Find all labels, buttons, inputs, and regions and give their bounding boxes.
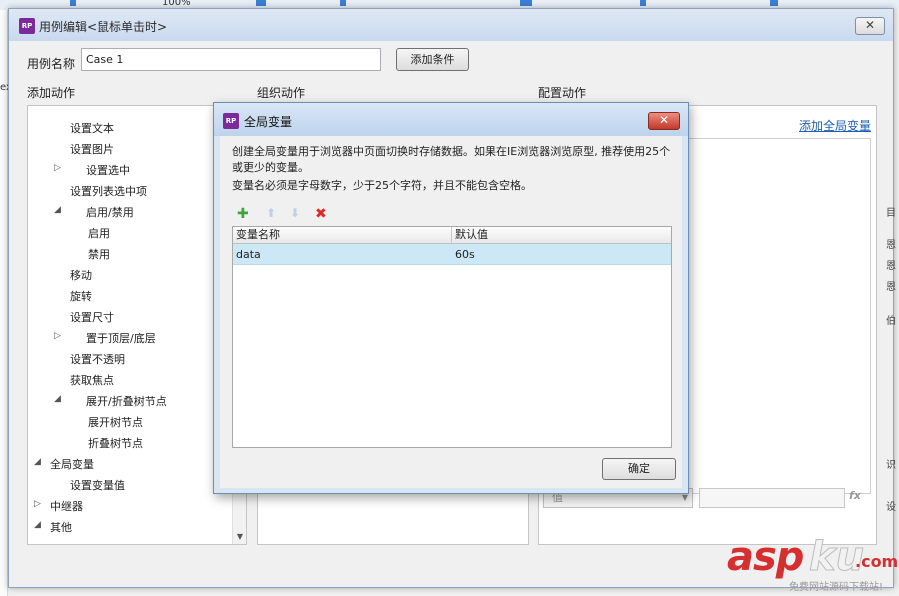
zoom-level: 100% [162, 0, 191, 8]
configure-action-heading: 配置动作 [538, 86, 587, 100]
tree-item[interactable]: 旋转 [70, 288, 92, 304]
case-editor-titlebar[interactable]: RP 用例编辑<鼠标单击时> ✕ [9, 9, 893, 41]
default-value-cell[interactable]: 60s [455, 248, 475, 261]
ok-button[interactable]: 确定 [602, 458, 676, 480]
case-name-input[interactable] [81, 48, 381, 71]
global-variables-dialog: RP 全局变量 ✕ 创建全局变量用于浏览器中页面切换时存储数据。如果在IE浏览器… [213, 102, 689, 494]
close-icon[interactable]: ✕ [648, 112, 680, 130]
variable-name-cell[interactable]: data [236, 248, 261, 261]
tree-item[interactable]: 展开树节点 [88, 414, 143, 430]
move-up-icon[interactable]: ⬆ [266, 206, 276, 220]
tree-item[interactable]: 禁用 [88, 246, 110, 262]
tree-expander-icon[interactable]: ◢ [34, 520, 41, 530]
global-variables-description: 创建全局变量用于浏览器中页面切换时存储数据。如果在IE浏览器浏览原型, 推荐使用… [232, 145, 671, 174]
value-input[interactable] [699, 488, 845, 508]
global-variables-title: 全局变量 [244, 115, 293, 129]
global-variables-body: 创建全局变量用于浏览器中页面切换时存储数据。如果在IE浏览器浏览原型, 推荐使用… [220, 136, 682, 488]
tree-item[interactable]: 展开/折叠树节点 [86, 393, 167, 409]
tree-item[interactable]: 设置文本 [70, 120, 114, 136]
toolbar-mark [520, 0, 532, 6]
toolbar-mark [340, 0, 346, 6]
tree-item[interactable]: 折叠树节点 [88, 435, 143, 451]
tree-expander-icon[interactable]: ◢ [54, 394, 61, 404]
right-edge-char: 恩 [886, 282, 896, 293]
toolbar-mark [256, 0, 266, 6]
tree-item[interactable]: 其他 [50, 519, 72, 535]
right-edge-char: 识 [886, 460, 896, 471]
toolbar-mark [640, 0, 646, 6]
right-edge-char: 恩 [886, 261, 896, 272]
tree-item[interactable]: 设置选中 [86, 162, 130, 178]
move-down-icon[interactable]: ⬇ [290, 206, 300, 220]
case-name-label: 用例名称 [27, 57, 76, 71]
tree-expander-icon[interactable]: ▷ [34, 499, 41, 509]
variables-table: 变量名称 默认值 data 60s [232, 226, 672, 448]
toolbar-mark [770, 0, 778, 6]
axure-rp-icon: RP [223, 113, 239, 129]
tree-item[interactable]: 设置不透明 [70, 351, 125, 367]
tree-item[interactable]: 设置变量值 [70, 477, 125, 493]
column-header-variable-name[interactable]: 变量名称 [233, 227, 452, 244]
tree-item[interactable]: 设置图片 [70, 141, 114, 157]
right-edge-char: 设 [886, 502, 896, 513]
right-edge-panel: 目恩恩恩伯识设 [884, 120, 899, 596]
tree-item[interactable]: 设置列表选中项 [70, 183, 147, 199]
axure-rp-icon: RP [19, 18, 35, 34]
right-edge-char: 目 [886, 208, 896, 219]
watermark-com: .com [855, 552, 899, 571]
tree-item[interactable]: 设置尺寸 [70, 309, 114, 325]
right-edge-char: 伯 [886, 316, 896, 327]
watermark-logo: asp ku .com 免费网站源码下载站! [727, 534, 899, 594]
add-global-variable-link[interactable]: 添加全局变量 [799, 117, 871, 134]
tree-item[interactable]: 启用 [88, 225, 110, 241]
background-left-panel: ex [0, 10, 12, 596]
variable-name-rule: 变量名必须是字母数字，少于25个字符，并且不能包含空格。 [232, 179, 532, 192]
tree-item[interactable]: 全局变量 [50, 456, 94, 472]
add-action-heading: 添加动作 [27, 86, 76, 100]
watermark-subtitle: 免费网站源码下载站! [789, 582, 884, 593]
tree-item[interactable]: 移动 [70, 267, 92, 283]
watermark-asp: asp [727, 534, 804, 580]
close-icon[interactable]: ✕ [855, 17, 885, 35]
table-row[interactable]: data 60s [233, 244, 671, 265]
right-edge-char: 恩 [886, 240, 896, 251]
tree-item[interactable]: 获取焦点 [70, 372, 114, 388]
tree-expander-icon[interactable]: ◢ [34, 457, 41, 467]
global-variables-titlebar[interactable]: RP 全局变量 ✕ [214, 103, 688, 136]
column-header-default-value[interactable]: 默认值 [452, 227, 671, 244]
add-condition-button[interactable]: 添加条件 [396, 48, 469, 71]
case-editor-title: 用例编辑<鼠标单击时> [39, 20, 168, 34]
fx-button[interactable]: fx [849, 489, 861, 502]
tree-item[interactable]: 中继器 [50, 498, 83, 514]
tree-item[interactable]: 置于顶层/底层 [86, 330, 156, 346]
organize-action-heading: 组织动作 [257, 86, 306, 100]
add-variable-icon[interactable]: ✚ [237, 206, 249, 222]
tree-expander-icon[interactable]: ▷ [54, 331, 61, 341]
scroll-down-icon[interactable]: ▼ [237, 532, 243, 541]
tree-item[interactable]: 启用/禁用 [86, 204, 134, 220]
tree-expander-icon[interactable]: ▷ [54, 163, 61, 173]
delete-variable-icon[interactable]: ✖ [315, 206, 327, 222]
toolbar-mark [70, 0, 76, 6]
tree-expander-icon[interactable]: ◢ [54, 205, 61, 215]
